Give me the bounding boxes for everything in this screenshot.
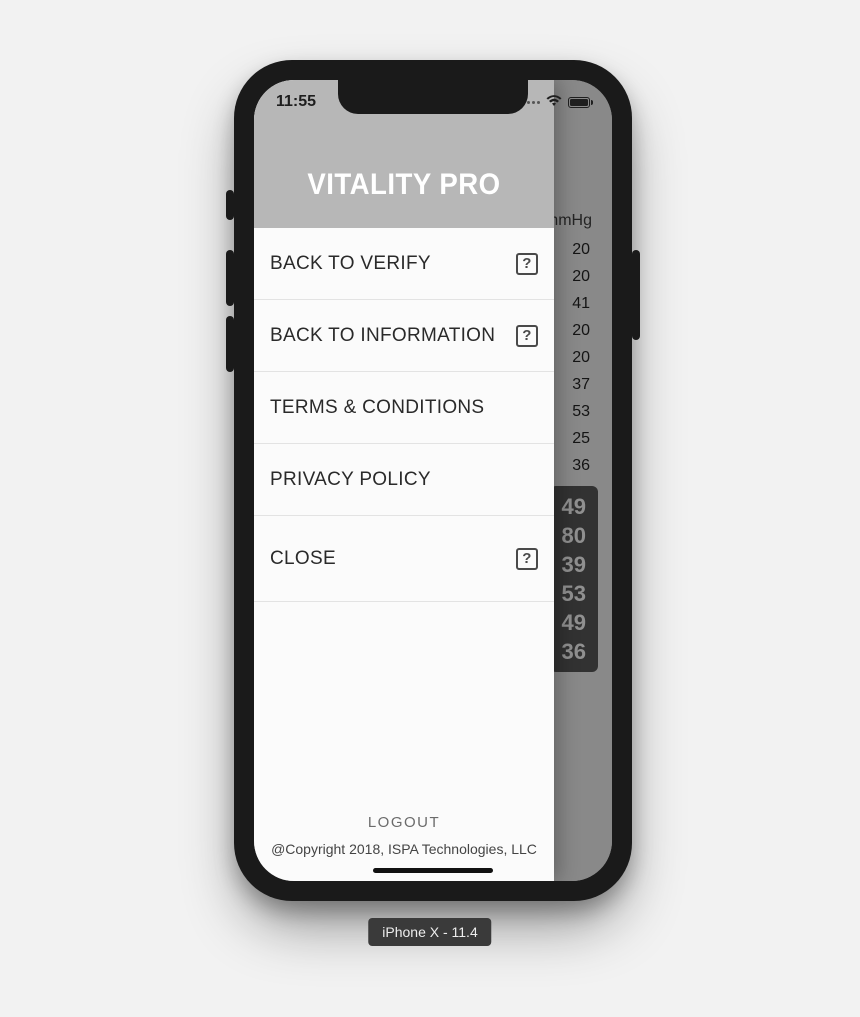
battery-icon — [568, 97, 590, 108]
mute-switch[interactable] — [226, 190, 234, 220]
volume-up[interactable] — [226, 250, 234, 306]
help-icon[interactable]: ? — [516, 325, 538, 347]
bg-highlight-value: 39 — [562, 550, 586, 579]
device-frame: 0 mmHg 20 20 41 20 20 37 53 25 36 49 80 … — [234, 60, 632, 901]
drawer-item-terms[interactable]: TERMS & CONDITIONS — [254, 372, 554, 444]
bg-value: 36 — [572, 452, 590, 479]
volume-down[interactable] — [226, 316, 234, 372]
drawer-item-label: CLOSE — [270, 548, 336, 570]
device-notch — [338, 80, 528, 114]
copyright-text: @Copyright 2018, ISPA Technologies, LLC — [254, 841, 554, 857]
bg-value: 53 — [572, 398, 590, 425]
drawer-items: BACK TO VERIFY ? BACK TO INFORMATION ? T… — [254, 228, 554, 814]
status-time: 11:55 — [276, 93, 316, 111]
drawer-item-privacy[interactable]: PRIVACY POLICY — [254, 444, 554, 516]
bg-value-list: 20 20 41 20 20 37 53 25 36 — [572, 236, 590, 479]
bg-highlight-value: 80 — [562, 521, 586, 550]
bg-highlight-value: 49 — [562, 608, 586, 637]
drawer-item-close[interactable]: CLOSE ? — [254, 516, 554, 602]
logout-button[interactable]: LOGOUT — [254, 814, 554, 831]
bg-value: 37 — [572, 371, 590, 398]
device-caption: iPhone X - 11.4 — [368, 918, 491, 946]
side-drawer: VITALITY PRO BACK TO VERIFY ? BACK TO IN… — [254, 80, 554, 881]
drawer-item-back-to-information[interactable]: BACK TO INFORMATION ? — [254, 300, 554, 372]
status-right — [522, 94, 590, 110]
bg-highlight-value: 53 — [562, 579, 586, 608]
bg-highlight-value: 36 — [562, 637, 586, 666]
drawer-item-label: PRIVACY POLICY — [270, 469, 431, 491]
bg-value: 41 — [572, 290, 590, 317]
screen: 0 mmHg 20 20 41 20 20 37 53 25 36 49 80 … — [254, 80, 612, 881]
drawer-item-label: BACK TO INFORMATION — [270, 325, 495, 347]
bg-highlight-box: 49 80 39 53 49 36 — [550, 486, 598, 672]
bg-value: 20 — [572, 236, 590, 263]
wifi-icon — [546, 94, 562, 110]
help-icon[interactable]: ? — [516, 253, 538, 275]
bg-highlight-value: 49 — [562, 492, 586, 521]
power-button[interactable] — [632, 250, 640, 340]
home-indicator[interactable] — [373, 868, 493, 873]
bg-value: 20 — [572, 344, 590, 371]
bg-value: 20 — [572, 263, 590, 290]
drawer-item-label: BACK TO VERIFY — [270, 253, 431, 275]
bg-value: 25 — [572, 425, 590, 452]
drawer-item-label: TERMS & CONDITIONS — [270, 397, 484, 419]
drawer-title: VITALITY PRO — [307, 168, 500, 202]
bg-value: 20 — [572, 317, 590, 344]
help-icon[interactable]: ? — [516, 548, 538, 570]
drawer-item-back-to-verify[interactable]: BACK TO VERIFY ? — [254, 228, 554, 300]
